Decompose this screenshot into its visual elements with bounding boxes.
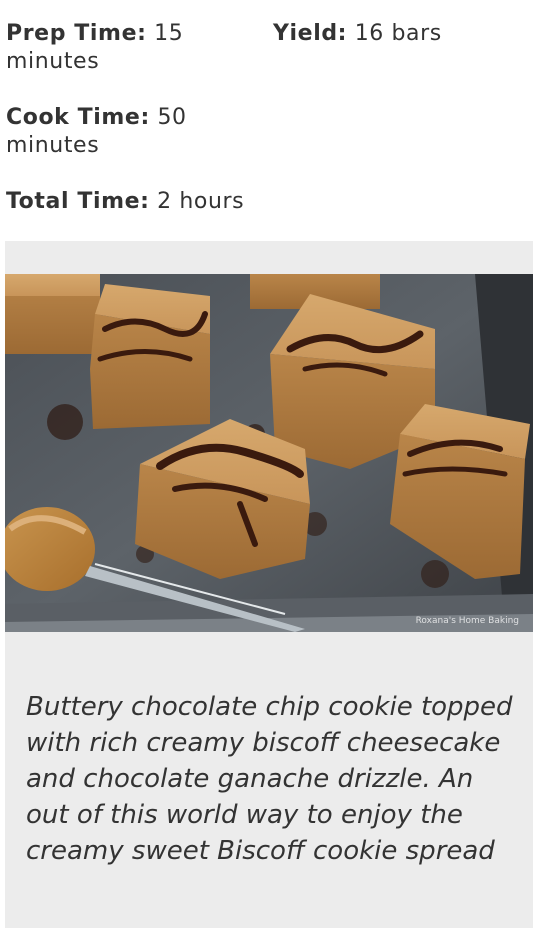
total-time-label: Total Time: (6, 189, 150, 214)
yield-value: 16 bars (354, 21, 442, 46)
photo-watermark: Roxana's Home Baking (415, 616, 519, 626)
yield: Yield: 16 bars (273, 20, 523, 48)
recipe-meta: Prep Time: 15 minutes Yield: 16 bars Coo… (0, 0, 533, 240)
prep-time-label: Prep Time: (6, 21, 147, 46)
cook-time: Cook Time: 50 minutes (6, 104, 256, 160)
total-time-value: 2 hours (157, 189, 245, 214)
prep-time: Prep Time: 15 minutes (6, 20, 256, 76)
recipe-photo: Roxana's Home Baking (5, 274, 533, 632)
recipe-description: Buttery chocolate chip cookie topped wit… (26, 692, 513, 866)
yield-label: Yield: (273, 21, 348, 46)
total-time: Total Time: 2 hours (6, 188, 326, 216)
recipe-photo-card: Roxana's Home Baking Buttery chocolate c… (5, 241, 533, 928)
cook-time-label: Cook Time: (6, 105, 150, 130)
